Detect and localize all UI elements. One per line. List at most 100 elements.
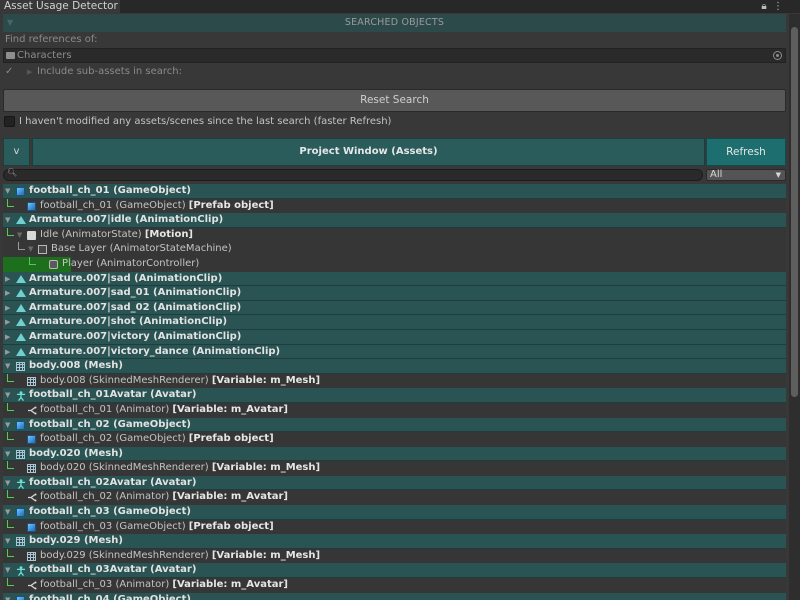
result-reference-row[interactable]: body.029 (SkinnedMeshRenderer) [Variable… — [3, 548, 786, 564]
result-name: football_ch_01Avatar (Avatar) — [29, 389, 197, 401]
collapse-arrow-icon[interactable]: ▼ — [28, 242, 33, 256]
collapse-arrow-icon[interactable]: ▼ — [5, 505, 10, 519]
prefab-cube-icon — [16, 508, 25, 518]
foldout-triangle-icon[interactable]: ▶ — [27, 65, 32, 79]
result-asset-row[interactable]: ▼ body.020 (Mesh) — [3, 446, 786, 462]
target-object-field[interactable]: Characters — [3, 48, 786, 63]
refresh-button[interactable]: Refresh — [706, 138, 786, 166]
result-asset-row[interactable]: ▼ Armature.007|idle (AnimationClip) — [3, 213, 786, 228]
result-label: football_ch_03 (GameObject) — [29, 505, 191, 519]
mesh-grid-icon — [16, 537, 25, 547]
searched-objects-header[interactable]: ▼ SEARCHED OBJECTS — [3, 14, 786, 32]
result-reference-row[interactable]: football_ch_03 (GameObject) [Prefab obje… — [3, 519, 786, 535]
collapse-arrow-icon[interactable]: ▼ — [5, 563, 10, 577]
result-reference-row[interactable]: body.008 (SkinnedMeshRenderer) [Variable… — [3, 373, 786, 389]
result-reference-row[interactable]: body.020 (SkinnedMeshRenderer) [Variable… — [3, 461, 786, 476]
folder-icon — [6, 52, 15, 59]
result-reference-row[interactable]: football_ch_02 (Animator) [Variable: m_A… — [3, 490, 786, 506]
animation-clip-icon — [16, 289, 26, 298]
result-reference-row[interactable]: football_ch_02 (GameObject) [Prefab obje… — [3, 432, 786, 447]
expand-arrow-icon[interactable]: ▶ — [5, 315, 10, 329]
reference-tag: [Variable: m_Avatar] — [172, 491, 288, 503]
result-asset-row[interactable]: ▶ Armature.007|shot (AnimationClip) — [3, 315, 786, 330]
collapse-arrow-icon[interactable]: ▼ — [5, 534, 10, 548]
view-mode-button[interactable]: Project Window (Assets) — [32, 138, 705, 166]
result-reference-row[interactable]: Player (AnimatorController) — [3, 256, 786, 272]
window-tab[interactable]: Asset Usage Detector — [0, 0, 120, 13]
collapse-arrow-icon[interactable]: ▼ — [5, 388, 10, 402]
result-asset-row[interactable]: ▼ football_ch_02Avatar (Avatar) — [3, 475, 786, 491]
result-asset-row[interactable]: ▶ Armature.007|sad_02 (AnimationClip) — [3, 300, 786, 316]
filter-dropdown[interactable]: All ▼ — [706, 169, 786, 181]
collapse-arrow-icon[interactable]: ▼ — [17, 228, 22, 242]
result-label: Armature.007|victory_dance (AnimationCli… — [29, 345, 280, 359]
search-icon: 🔍︎ — [7, 168, 18, 177]
result-name: Armature.007|sad_02 (AnimationClip) — [29, 301, 242, 313]
result-asset-row[interactable]: ▼ body.029 (Mesh) — [3, 534, 786, 549]
collapse-arrow-icon[interactable]: ▼ — [5, 213, 10, 227]
lock-icon[interactable]: 🔒︎ — [758, 0, 770, 13]
object-picker-icon[interactable] — [773, 51, 782, 60]
result-asset-row[interactable]: ▶ Armature.007|victory (AnimationClip) — [3, 329, 786, 345]
results-search-input[interactable]: 🔍︎ — [3, 168, 703, 181]
collapse-arrow-icon[interactable]: ▼ — [5, 184, 10, 198]
result-name: football_ch_04 (GameObject) — [29, 593, 191, 600]
chevron-down-icon: ▼ — [775, 171, 781, 179]
results-tree: ▼ football_ch_01 (GameObject) football_ch_… — [3, 184, 786, 600]
result-reference-row[interactable]: football_ch_01 (GameObject) [Prefab obje… — [3, 198, 786, 214]
result-asset-row[interactable]: ▼ football_ch_03 (GameObject) — [3, 505, 786, 520]
result-asset-row[interactable]: ▼ football_ch_04 (GameObject) — [3, 592, 786, 600]
result-asset-row[interactable]: ▶ Armature.007|victory_dance (AnimationCl… — [3, 344, 786, 360]
tree-branch-line — [7, 548, 14, 557]
scrollbar-thumb[interactable] — [791, 27, 798, 397]
kebab-menu-icon[interactable]: ⋮ — [772, 0, 784, 13]
result-name: football_ch_01 (Animator) — [40, 403, 170, 415]
result-reference-row[interactable]: football_ch_03 (Animator) [Variable: m_A… — [3, 578, 786, 593]
result-asset-row[interactable]: ▶ Armature.007|sad (AnimationClip) — [3, 271, 786, 287]
collapse-all-button[interactable]: v — [3, 138, 30, 166]
collapse-arrow-icon[interactable]: ▼ — [5, 418, 10, 432]
result-asset-row[interactable]: ▶ Armature.007|sad_01 (AnimationClip) — [3, 286, 786, 301]
collapse-arrow-icon[interactable]: ▼ — [5, 447, 10, 461]
result-asset-row[interactable]: ▼ body.008 (Mesh) — [3, 359, 786, 374]
result-name: body.020 (Mesh) — [29, 447, 123, 459]
view-mode-bar: v Project Window (Assets) Refresh — [3, 138, 786, 166]
result-asset-row[interactable]: ▼ football_ch_01Avatar (Avatar) — [3, 388, 786, 403]
highlight-bar — [3, 256, 71, 272]
animation-clip-icon — [16, 303, 26, 312]
fast-refresh-checkbox[interactable] — [4, 116, 15, 127]
result-name: football_ch_02 (Animator) — [40, 491, 170, 503]
result-name: Armature.007|victory (AnimationClip) — [29, 330, 242, 342]
result-label: Armature.007|idle (AnimationClip) — [29, 213, 223, 227]
result-reference-row[interactable]: ▼ Base Layer (AnimatorStateMachine) — [3, 242, 786, 257]
result-name: football_ch_01 (GameObject) — [40, 199, 186, 211]
result-asset-row[interactable]: ▼ football_ch_03Avatar (Avatar) — [3, 563, 786, 579]
vertical-scrollbar[interactable] — [789, 14, 800, 600]
tree-branch-line — [7, 402, 14, 411]
collapse-arrow-icon[interactable]: ▼ — [5, 593, 10, 600]
animation-clip-icon — [16, 332, 26, 341]
result-asset-row[interactable]: ▼ football_ch_01 (GameObject) — [3, 184, 786, 199]
prefab-cube-icon — [27, 201, 36, 211]
expand-arrow-icon[interactable]: ▶ — [5, 301, 10, 315]
avatar-icon — [16, 391, 26, 402]
collapse-arrow-icon[interactable]: ▼ — [5, 359, 10, 373]
mesh-grid-icon — [16, 362, 25, 372]
include-subassets-checkbox[interactable]: ✓ — [5, 65, 13, 79]
reset-search-button[interactable]: Reset Search — [3, 89, 786, 112]
expand-arrow-icon[interactable]: ▶ — [5, 286, 10, 300]
collapse-arrow-icon[interactable]: ▼ — [5, 476, 10, 490]
result-reference-row[interactable]: football_ch_01 (Animator) [Variable: m_A… — [3, 402, 786, 418]
result-label: football_ch_03 (Animator) [Variable: m_A… — [40, 578, 288, 592]
expand-arrow-icon[interactable]: ▶ — [5, 330, 10, 344]
result-label: football_ch_01 (GameObject) [Prefab obje… — [40, 199, 274, 213]
mesh-grid-icon — [27, 551, 36, 561]
result-name: Armature.007|sad (AnimationClip) — [29, 272, 223, 284]
expand-arrow-icon[interactable]: ▶ — [5, 272, 10, 286]
expand-arrow-icon[interactable]: ▶ — [5, 345, 10, 359]
prefab-cube-icon — [27, 435, 36, 445]
result-reference-row[interactable]: ▼ Idle (AnimatorState) [Motion] — [3, 227, 786, 243]
result-name: football_ch_02 (GameObject) — [40, 433, 186, 445]
result-name: Player (AnimatorController) — [62, 257, 200, 269]
result-asset-row[interactable]: ▼ football_ch_02 (GameObject) — [3, 417, 786, 433]
